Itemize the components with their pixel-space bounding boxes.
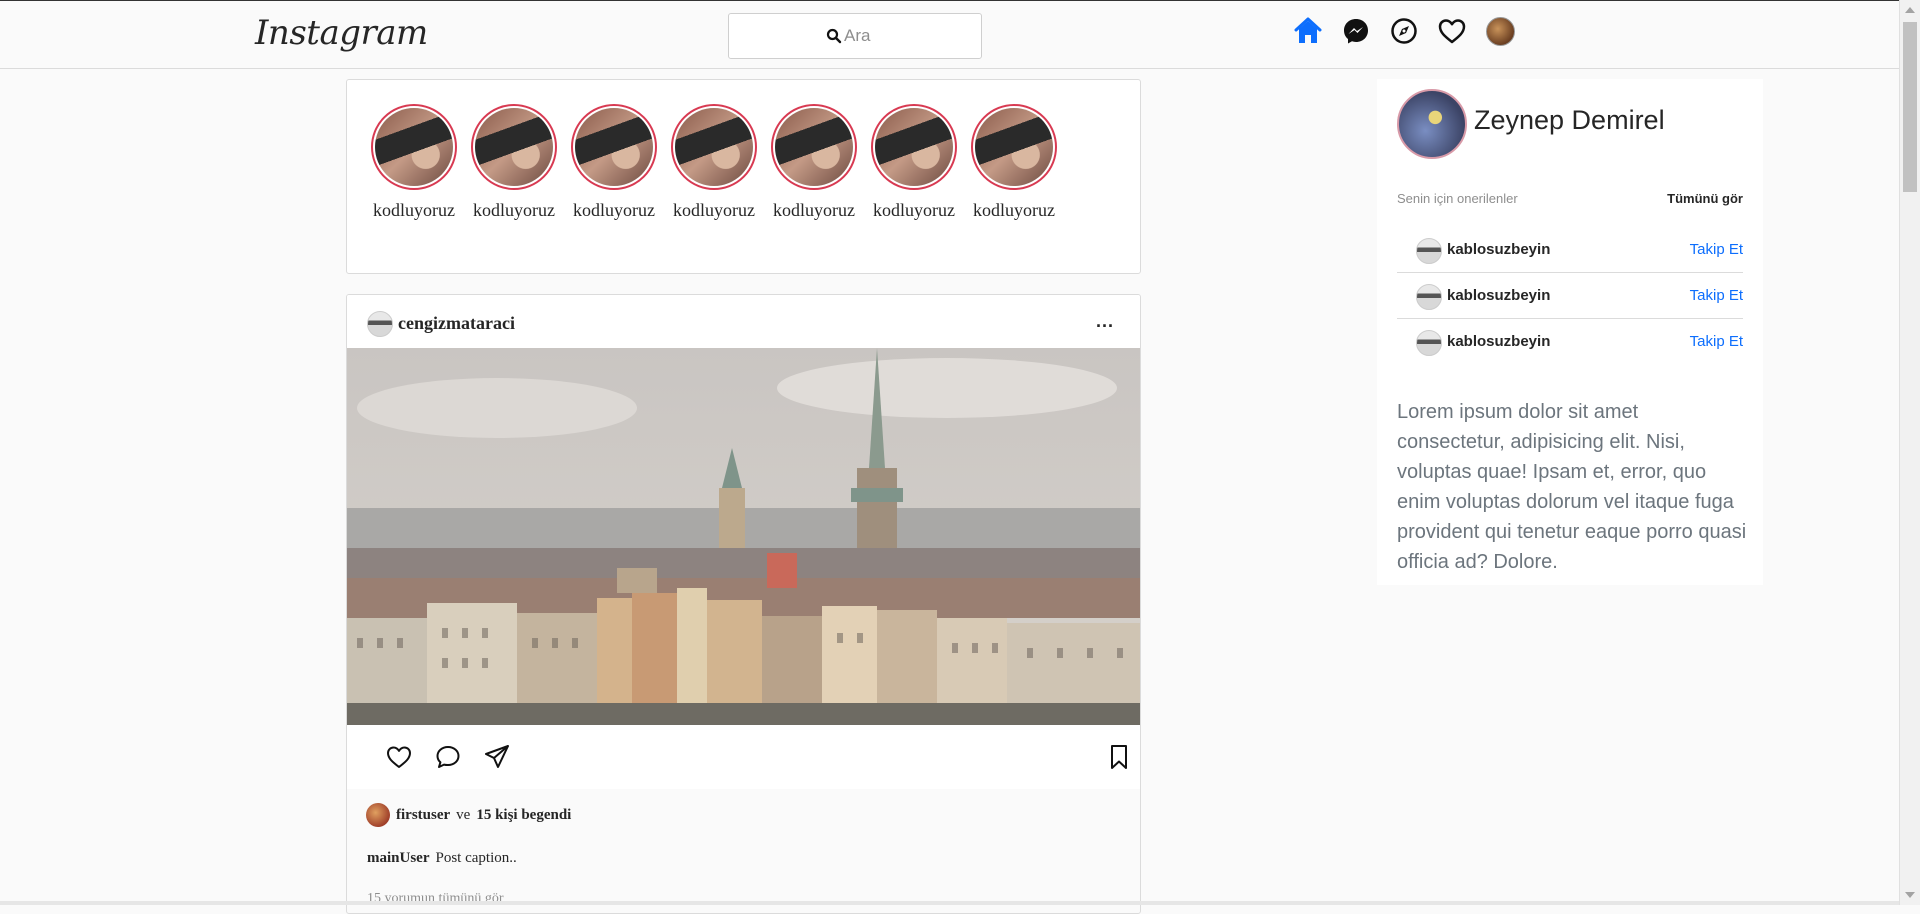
story-username: kodluyoruz (873, 200, 955, 220)
caption-text: Post caption.. (435, 850, 517, 866)
explore-icon[interactable] (1389, 16, 1419, 46)
comment-icon[interactable] (434, 743, 462, 771)
story-item[interactable]: kodluyoruz (571, 104, 657, 221)
story-avatar (971, 104, 1057, 190)
story-item[interactable]: kodluyoruz (871, 104, 957, 221)
likes-count[interactable]: 15 kişi begendi (476, 807, 571, 824)
horizontal-scrollbar[interactable] (0, 901, 1899, 905)
avatar (1485, 16, 1515, 46)
story-avatar (671, 104, 757, 190)
like-icon[interactable] (385, 743, 413, 771)
suggestion-item: kablosuzbeyin Takip Et (1397, 227, 1743, 273)
scroll-down-arrow[interactable] (1905, 892, 1915, 898)
story-username: kodluyoruz (673, 200, 755, 220)
more-options-button[interactable]: ... (1096, 311, 1114, 332)
scroll-up-arrow[interactable] (1905, 7, 1915, 13)
post-header: cengizmataraci ... (347, 295, 1140, 348)
search-box[interactable] (728, 13, 982, 59)
search-input[interactable] (844, 26, 884, 46)
scroll-thumb[interactable] (1903, 22, 1917, 192)
likes-conjunction: ve (456, 806, 471, 823)
top-navbar: Instagram (0, 0, 1899, 69)
heart-icon[interactable] (1437, 16, 1467, 46)
feed-post: cengizmataraci ... firstuser ve 15 kişi … (346, 294, 1141, 914)
search-icon (826, 28, 842, 44)
story-avatar (571, 104, 657, 190)
story-item[interactable]: kodluyoruz (471, 104, 557, 221)
right-sidebar: Zeynep Demirel Senin için onerilenler Tü… (1377, 79, 1763, 585)
story-item[interactable]: kodluyoruz (371, 104, 457, 221)
post-caption: mainUser Post caption.. (367, 850, 517, 867)
story-item[interactable]: kodluyoruz (671, 104, 757, 221)
messenger-icon[interactable] (1341, 16, 1371, 46)
liker-avatar[interactable] (366, 803, 390, 827)
see-all-link[interactable]: Tümünü gör (1667, 191, 1743, 206)
my-avatar[interactable] (1397, 89, 1467, 159)
story-item[interactable]: kodluyoruz (971, 104, 1057, 221)
suggestion-username[interactable]: kablosuzbeyin (1447, 333, 1550, 350)
story-username: kodluyoruz (773, 200, 855, 220)
story-username: kodluyoruz (573, 200, 655, 220)
follow-button[interactable]: Takip Et (1690, 287, 1743, 304)
my-display-name[interactable]: Zeynep Demirel (1474, 105, 1665, 136)
suggestion-item: kablosuzbeyin Takip Et (1397, 273, 1743, 319)
story-avatar (771, 104, 857, 190)
profile-avatar[interactable] (1485, 16, 1515, 46)
likes-summary: firstuser ve 15 kişi begendi (366, 803, 571, 827)
stories-bar: kodluyoruz kodluyoruz kodluyoruz kodluyo… (346, 79, 1141, 274)
suggestion-username[interactable]: kablosuzbeyin (1447, 287, 1550, 304)
suggestion-avatar[interactable] (1416, 330, 1442, 356)
post-image[interactable] (347, 348, 1140, 725)
story-username: kodluyoruz (973, 200, 1055, 220)
home-icon[interactable] (1293, 16, 1323, 46)
story-username: kodluyoruz (373, 200, 455, 220)
suggestions-list: kablosuzbeyin Takip Et kablosuzbeyin Tak… (1397, 227, 1743, 365)
post-author-username[interactable]: cengizmataraci (398, 313, 515, 334)
liker-username[interactable]: firstuser (396, 807, 450, 824)
post-author-avatar[interactable] (367, 311, 393, 337)
story-item[interactable]: kodluyoruz (771, 104, 857, 221)
sidebar-text: Lorem ipsum dolor sit amet consectetur, … (1397, 401, 1747, 573)
caption-username[interactable]: mainUser (367, 850, 430, 866)
suggestion-avatar[interactable] (1416, 284, 1442, 310)
post-actions (347, 725, 1140, 789)
suggestions-title: Senin için onerilenler (1397, 191, 1518, 206)
story-avatar (471, 104, 557, 190)
instagram-logo[interactable]: Instagram (255, 13, 428, 53)
story-username: kodluyoruz (473, 200, 555, 220)
city-photo (347, 348, 1140, 725)
story-avatar (871, 104, 957, 190)
nav-icons (1293, 16, 1515, 46)
share-icon[interactable] (483, 743, 511, 771)
suggestion-avatar[interactable] (1416, 238, 1442, 264)
suggestion-item: kablosuzbeyin Takip Et (1397, 319, 1743, 365)
suggestion-username[interactable]: kablosuzbeyin (1447, 241, 1550, 258)
vertical-scrollbar[interactable] (1899, 0, 1920, 905)
follow-button[interactable]: Takip Et (1690, 333, 1743, 350)
bookmark-icon[interactable] (1105, 743, 1133, 771)
follow-button[interactable]: Takip Et (1690, 241, 1743, 258)
story-avatar (371, 104, 457, 190)
